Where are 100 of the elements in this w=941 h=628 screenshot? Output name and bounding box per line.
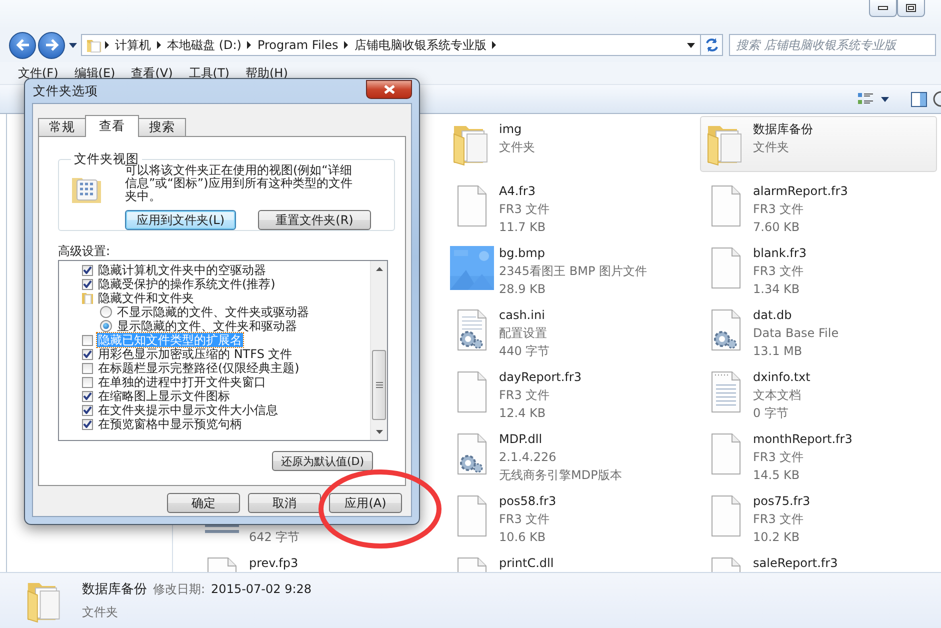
checkbox[interactable] <box>82 376 93 388</box>
menu-item[interactable]: 帮助(H) <box>238 64 296 82</box>
chevron-icon[interactable] <box>491 41 498 49</box>
breadcrumb[interactable]: 计算机 <box>110 36 156 54</box>
ok-button[interactable]: 确定 <box>167 493 240 513</box>
chevron-icon[interactable] <box>343 41 350 49</box>
file-item[interactable]: img 文件夹 <box>446 116 696 172</box>
forward-button[interactable] <box>38 32 65 58</box>
setting-label[interactable]: 用彩色显示加密或压缩的 NTFS 文件 <box>97 347 294 361</box>
minimize-button[interactable] <box>869 0 897 17</box>
item-type: 文件夹 <box>82 604 119 621</box>
file-item[interactable]: dat.db Data Base File 13.1 MB <box>700 302 937 358</box>
checkbox[interactable] <box>82 404 93 416</box>
menu-item[interactable]: 查看(V) <box>123 64 181 82</box>
file-detail: 2345看图王 BMP 图片文件 <box>499 263 647 280</box>
menu-item[interactable]: 文件(F) <box>10 64 66 82</box>
address-bar[interactable]: 计算机 本地磁盘 (D:) Program Files 店铺电脑收银系统专业版 <box>81 34 701 56</box>
checkbox[interactable] <box>82 390 93 402</box>
setting-label[interactable]: 在标题栏显示完整路径(仅限经典主题) <box>97 361 300 375</box>
file-detail: 文件夹 <box>499 139 535 156</box>
file-name: printC.dll <box>499 555 554 572</box>
file-detail: 7.60 KB <box>753 219 801 236</box>
file-detail: 文件夹 <box>753 139 790 156</box>
file-detail: Data Base File <box>753 325 839 342</box>
setting-label[interactable]: 隐藏计算机文件夹中的空驱动器 <box>97 263 267 277</box>
file-detail: 配置设置 <box>499 325 548 342</box>
file-item[interactable]: dayReport.fr3 FR3 文件 12.4 KB <box>446 364 696 420</box>
caret-icon[interactable] <box>687 42 695 48</box>
file-item[interactable]: blank.fr3 FR3 文件 1.34 KB <box>700 240 937 296</box>
apply-to-folders-button[interactable]: 应用到文件夹(L) <box>125 210 236 230</box>
chevron-icon[interactable] <box>156 41 162 49</box>
file-detail: FR3 文件 <box>499 387 551 404</box>
file-item[interactable]: A4.fr3 FR3 文件 11.7 KB <box>446 178 696 234</box>
radio-button[interactable] <box>100 306 112 318</box>
file-name: A4.fr3 <box>499 183 536 200</box>
search-field[interactable]: 搜索 店铺电脑收银系统专业版 <box>729 34 936 56</box>
radio-button[interactable] <box>100 320 112 332</box>
file-detail: 1.34 KB <box>753 281 801 298</box>
setting-label[interactable]: 显示隐藏的文件、文件夹和驱动器 <box>116 319 298 333</box>
refresh-button[interactable] <box>701 34 723 56</box>
setting-label[interactable]: 隐藏受保护的操作系统文件(推荐) <box>97 277 276 291</box>
grip-icon <box>376 382 382 388</box>
setting-label[interactable]: 隐藏文件和文件夹 <box>97 291 195 305</box>
file-name: dxinfo.txt <box>753 369 810 386</box>
file-name: monthReport.fr3 <box>753 431 852 448</box>
chevron-icon[interactable] <box>104 41 110 49</box>
file-item[interactable]: pos58.fr3 FR3 文件 10.6 KB <box>446 488 696 544</box>
tab[interactable]: 查看 <box>85 115 139 137</box>
chevron-icon[interactable] <box>246 41 252 49</box>
file-item[interactable]: MDP.dll 2.1.4.226 无线商务引擎MDP版本 <box>446 426 696 482</box>
apply-button[interactable]: 应用(A) <box>329 493 402 513</box>
close-button[interactable] <box>366 80 412 98</box>
breadcrumb[interactable]: Program Files <box>252 38 344 52</box>
scroll-down-icon <box>376 430 382 434</box>
view-options-icon[interactable] <box>857 91 875 107</box>
file-detail: 10.2 KB <box>753 529 801 546</box>
maximize-button[interactable] <box>897 0 925 17</box>
setting-label[interactable]: 不显示隐藏的文件、文件夹或驱动器 <box>116 305 310 319</box>
tab[interactable]: 搜索 <box>138 118 186 136</box>
restore-defaults-button[interactable]: 还原为默认值(D) <box>272 451 373 471</box>
scrollbar[interactable] <box>370 261 387 440</box>
item-name: 数据库备份 <box>82 581 147 598</box>
checkbox[interactable] <box>82 264 93 276</box>
file-item[interactable]: monthReport.fr3 FR3 文件 14.5 KB <box>700 426 937 482</box>
close-icon <box>384 84 394 94</box>
refresh-icon <box>704 38 718 52</box>
setting-label[interactable]: 在文件夹提示中显示文件大小信息 <box>97 403 279 417</box>
breadcrumb[interactable]: 本地磁盘 (D:) <box>162 36 246 54</box>
cancel-button[interactable]: 取消 <box>248 493 321 513</box>
file-item[interactable]: cash.ini 配置设置 440 字节 <box>446 302 696 358</box>
caret-icon[interactable] <box>881 96 889 102</box>
file-item[interactable]: dxinfo.txt 文本文档 0 字节 <box>700 364 937 420</box>
check-icon <box>83 350 92 358</box>
tab[interactable]: 常规 <box>38 118 86 136</box>
help-icon[interactable] <box>933 91 941 107</box>
menu-item[interactable]: 编辑(E) <box>66 64 124 82</box>
document-icon <box>456 371 488 413</box>
file-item[interactable]: bg.bmp 2345看图王 BMP 图片文件 28.9 KB <box>446 240 696 296</box>
reset-folders-button[interactable]: 重置文件夹(R) <box>258 210 371 230</box>
file-item[interactable]: 数据库备份 文件夹 <box>700 116 937 172</box>
gear-file-icon <box>456 433 488 475</box>
file-item[interactable]: alarmReport.fr3 FR3 文件 7.60 KB <box>700 178 937 234</box>
setting-label[interactable]: 在缩略图上显示文件图标 <box>97 389 231 403</box>
gear-file-icon <box>710 309 742 351</box>
checkbox[interactable] <box>82 348 93 360</box>
back-button[interactable] <box>9 32 36 58</box>
preview-pane-icon[interactable] <box>911 92 927 106</box>
settings-file-icon <box>456 309 488 351</box>
menu-item[interactable]: 工具(T) <box>180 64 238 82</box>
file-detail: 13.1 MB <box>753 343 804 360</box>
checkbox[interactable] <box>82 334 93 346</box>
checkbox[interactable] <box>82 418 93 430</box>
file-detail: FR3 文件 <box>753 263 805 280</box>
checkbox[interactable] <box>82 278 93 290</box>
setting-label[interactable]: 在预览窗格中显示预览句柄 <box>97 417 243 431</box>
breadcrumb[interactable]: 店铺电脑收银系统专业版 <box>349 36 492 54</box>
file-item[interactable]: pos75.fr3 FR3 文件 10.2 KB <box>700 488 937 544</box>
file-name: dayReport.fr3 <box>499 369 582 386</box>
setting-label[interactable]: 在单独的进程中打开文件夹窗口 <box>97 375 267 389</box>
checkbox[interactable] <box>82 362 93 374</box>
